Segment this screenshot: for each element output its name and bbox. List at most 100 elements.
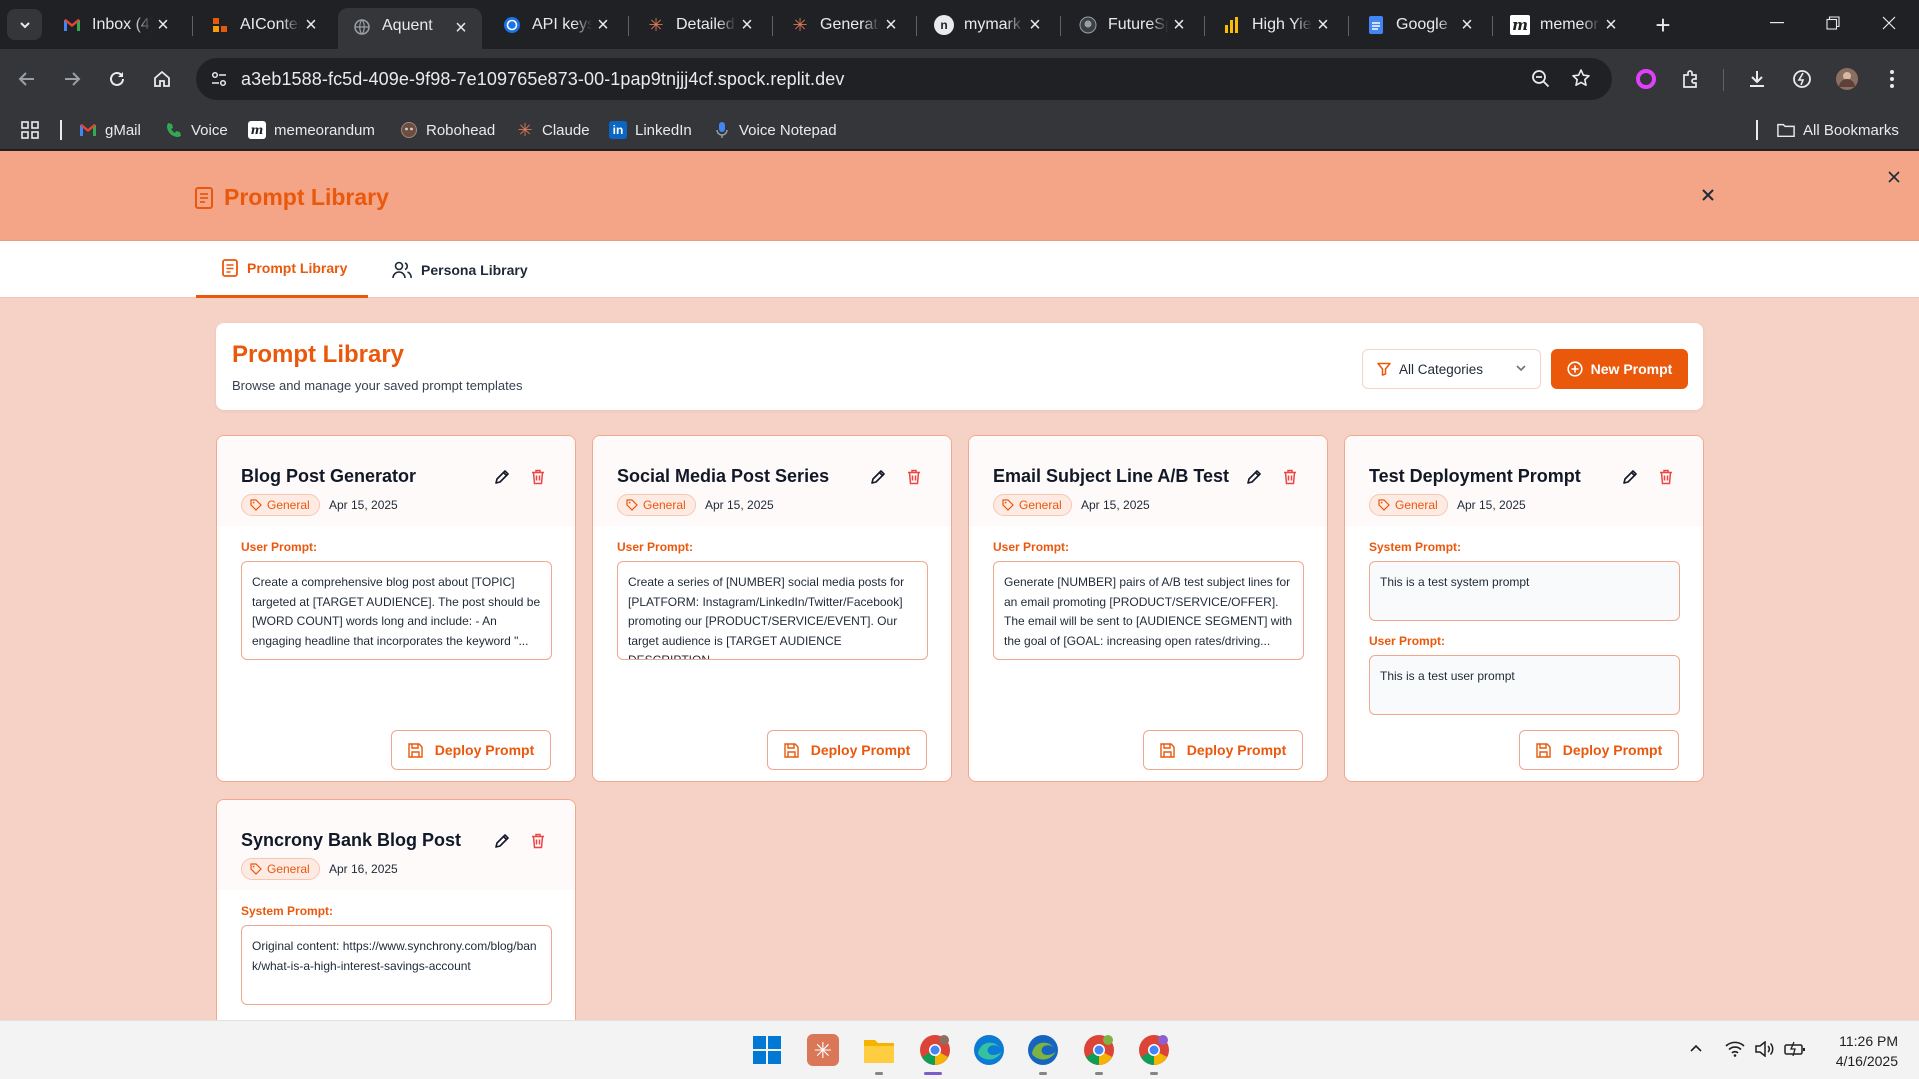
close-icon[interactable]: × xyxy=(1600,14,1622,37)
tab-persona-library[interactable]: Persona Library xyxy=(392,241,528,298)
tray-overflow-button[interactable] xyxy=(1686,1039,1706,1059)
chrome-icon[interactable] xyxy=(916,1031,954,1069)
delete-button[interactable] xyxy=(1655,466,1677,488)
browser-tab-aquent[interactable]: Aquent × xyxy=(338,8,482,49)
section-label: System Prompt: xyxy=(1369,540,1462,554)
new-prompt-button[interactable]: New Prompt xyxy=(1551,349,1688,389)
bookmark-star-icon[interactable] xyxy=(1571,68,1591,88)
deploy-prompt-button[interactable]: Deploy Prompt xyxy=(391,730,551,770)
apps-button[interactable] xyxy=(20,117,40,143)
window-close-button[interactable] xyxy=(1869,8,1909,38)
edit-button[interactable] xyxy=(491,830,513,852)
profile-avatar[interactable] xyxy=(1830,62,1864,96)
edit-button[interactable] xyxy=(1619,466,1641,488)
tab-search-button[interactable] xyxy=(7,9,42,40)
close-icon[interactable]: × xyxy=(1456,14,1478,37)
notion-icon: n xyxy=(934,15,954,35)
edge-icon[interactable] xyxy=(970,1031,1008,1069)
close-icon[interactable]: × xyxy=(152,14,174,37)
toolbar-divider xyxy=(1723,69,1724,91)
chrome-profile-icon[interactable] xyxy=(1135,1031,1173,1069)
file-explorer-icon[interactable] xyxy=(860,1031,898,1069)
close-icon[interactable]: × xyxy=(736,14,758,37)
panel-close-button[interactable] xyxy=(1697,184,1719,206)
delete-button[interactable] xyxy=(903,466,925,488)
browser-tab-high-yield[interactable]: High Yie × xyxy=(1208,8,1344,42)
minimize-button[interactable] xyxy=(1757,8,1797,38)
browser-tab-api-keys[interactable]: API keys × xyxy=(488,8,624,42)
performance-button[interactable] xyxy=(1785,62,1819,96)
browser-tab-google-docs[interactable]: Google × xyxy=(1352,8,1488,42)
tab-divider xyxy=(1060,16,1061,36)
close-icon[interactable]: × xyxy=(1168,14,1190,37)
bookmark-linkedin[interactable]: in LinkedIn xyxy=(609,117,692,143)
tab-title: Google xyxy=(1396,16,1448,33)
volume-icon[interactable] xyxy=(1754,1039,1776,1059)
close-icon[interactable]: × xyxy=(1312,14,1334,37)
delete-button[interactable] xyxy=(527,830,549,852)
tab-divider xyxy=(1492,16,1493,36)
reload-button[interactable] xyxy=(100,62,134,96)
close-icon[interactable]: × xyxy=(592,14,614,37)
library-subtitle: Browse and manage your saved prompt temp… xyxy=(232,378,523,393)
all-bookmarks-button[interactable]: All Bookmarks xyxy=(1777,117,1899,143)
bookmark-voice-notepad[interactable]: Voice Notepad xyxy=(713,117,837,143)
browser-tab-generate[interactable]: ✳ Generate × xyxy=(776,8,912,42)
tab-title: mymark xyxy=(964,16,1021,33)
bookmark-memeorandum[interactable]: m memeorandum xyxy=(248,117,375,143)
edit-button[interactable] xyxy=(491,466,513,488)
book-icon xyxy=(195,186,213,209)
forward-button[interactable] xyxy=(55,62,89,96)
downloads-button[interactable] xyxy=(1740,62,1774,96)
bookmark-robohead[interactable]: Robohead xyxy=(400,117,495,143)
browser-tab-gmail[interactable]: Inbox (4) × xyxy=(48,8,184,42)
claude-icon[interactable]: ✳ xyxy=(804,1031,842,1069)
wifi-icon[interactable] xyxy=(1724,1039,1746,1059)
tab-prompt-library[interactable]: Prompt Library xyxy=(196,241,368,298)
home-button[interactable] xyxy=(145,62,179,96)
prompt-text: This is a test system prompt xyxy=(1369,561,1680,621)
windows-start-icon[interactable] xyxy=(748,1031,786,1069)
bookmark-label: Robohead xyxy=(426,121,496,139)
zoom-icon[interactable] xyxy=(1531,69,1551,89)
browser-menu-button[interactable] xyxy=(1875,62,1909,96)
prompt-card: Syncrony Bank Blog Post General Apr 16, … xyxy=(216,799,576,1020)
edit-button[interactable] xyxy=(867,466,889,488)
restore-button[interactable] xyxy=(1813,8,1853,38)
back-button[interactable] xyxy=(10,62,44,96)
deploy-prompt-button[interactable]: Deploy Prompt xyxy=(1143,730,1303,770)
chrome-profile-icon[interactable] xyxy=(1080,1031,1118,1069)
deploy-prompt-button[interactable]: Deploy Prompt xyxy=(767,730,927,770)
bookmark-claude[interactable]: ✳ Claude xyxy=(516,117,589,143)
close-icon[interactable]: × xyxy=(880,14,902,37)
browser-tab-futuresp[interactable]: FutureSp × xyxy=(1064,8,1200,42)
tab-divider xyxy=(1348,16,1349,36)
overlay-close-button[interactable] xyxy=(1884,167,1904,187)
browser-tab-aicontent[interactable]: AIContent × xyxy=(196,8,332,42)
new-prompt-label: New Prompt xyxy=(1590,361,1673,377)
close-icon[interactable]: × xyxy=(300,14,322,37)
bookmark-gmail[interactable]: gMail xyxy=(79,117,141,143)
edit-button[interactable] xyxy=(1243,466,1265,488)
edge-dev-icon[interactable] xyxy=(1024,1031,1062,1069)
browser-tab-detailed[interactable]: ✳ Detailed × xyxy=(632,8,768,42)
category-filter-select[interactable]: All Categories xyxy=(1362,349,1541,389)
close-icon[interactable]: × xyxy=(1024,14,1046,37)
close-icon[interactable]: × xyxy=(450,17,472,40)
battery-icon[interactable] xyxy=(1784,1039,1806,1059)
deploy-prompt-button[interactable]: Deploy Prompt xyxy=(1519,730,1679,770)
all-bookmarks-label: All Bookmarks xyxy=(1803,121,1899,139)
microphone-icon xyxy=(713,121,731,139)
url-text[interactable]: a3eb1588-fc5d-409e-9f98-7e109765e873-00-… xyxy=(241,69,844,90)
address-bar[interactable]: a3eb1588-fc5d-409e-9f98-7e109765e873-00-… xyxy=(196,58,1612,100)
system-clock[interactable]: 11:26 PM 4/16/2025 xyxy=(1816,1031,1898,1071)
browser-tab-memeorandum[interactable]: m memeor × xyxy=(1496,8,1632,42)
browser-tab-mymark[interactable]: n mymark × xyxy=(920,8,1056,42)
delete-button[interactable] xyxy=(1279,466,1301,488)
delete-button[interactable] xyxy=(527,466,549,488)
site-info-icon[interactable] xyxy=(210,70,228,88)
extensions-button[interactable] xyxy=(1674,62,1708,96)
extension-button[interactable] xyxy=(1629,62,1663,96)
bookmark-voice[interactable]: Voice xyxy=(165,117,228,143)
new-tab-button[interactable]: + xyxy=(1649,10,1677,40)
